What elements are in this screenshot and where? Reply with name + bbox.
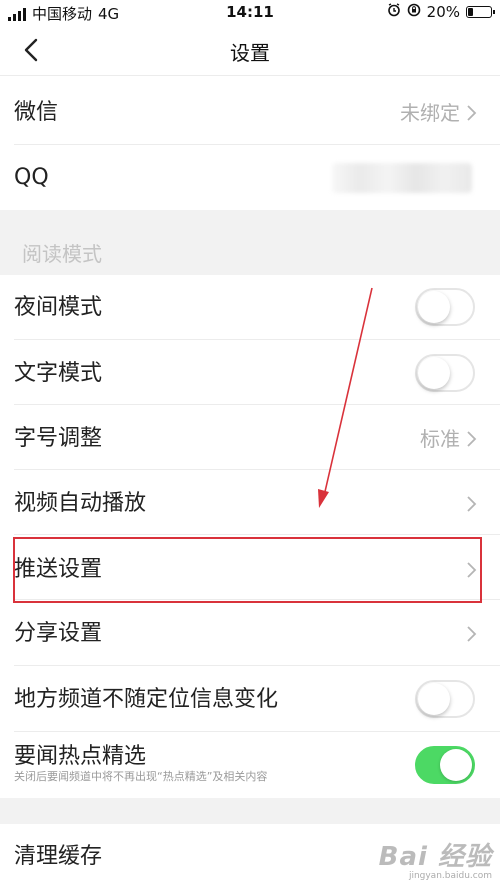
- section-divider: [0, 798, 500, 824]
- text-mode-toggle[interactable]: [415, 354, 475, 392]
- wechat-status: 未绑定: [400, 101, 460, 125]
- nav-bar: 设置: [0, 24, 500, 76]
- page-title: 设置: [230, 41, 270, 65]
- night-mode-label: 夜间模式: [14, 295, 103, 320]
- alarm-icon: [387, 3, 401, 21]
- wechat-row[interactable]: 微信 未绑定: [0, 80, 500, 145]
- hot-picks-description: 关闭后要闻频道中将不再出现“热点精选”及相关内容: [14, 770, 268, 783]
- hot-picks-label: 要闻热点精选: [14, 744, 147, 769]
- font-size-label: 字号调整: [14, 426, 103, 451]
- local-channel-label: 地方频道不随定位信息变化: [14, 687, 279, 712]
- qq-account-blurred: [332, 163, 472, 193]
- share-settings-row[interactable]: 分享设置: [0, 600, 500, 666]
- hot-picks-row: 要闻热点精选 关闭后要闻频道中将不再出现“热点精选”及相关内容: [0, 732, 500, 798]
- battery-icon: [466, 6, 495, 18]
- wechat-label: 微信: [14, 100, 59, 125]
- video-autoplay-label: 视频自动播放: [14, 491, 147, 516]
- qq-label: QQ: [14, 165, 49, 190]
- text-mode-row: 文字模式: [0, 340, 500, 405]
- clear-cache-label: 清理缓存: [14, 844, 103, 869]
- font-size-row[interactable]: 字号调整 标准: [0, 405, 500, 470]
- status-right: 20%: [387, 3, 495, 21]
- night-mode-row: 夜间模式: [0, 275, 500, 340]
- video-autoplay-row[interactable]: 视频自动播放: [0, 470, 500, 535]
- chevron-right-icon: [466, 625, 478, 643]
- local-channel-row: 地方频道不随定位信息变化: [0, 666, 500, 732]
- qq-row[interactable]: QQ: [0, 145, 500, 210]
- chevron-right-icon: [466, 495, 478, 513]
- section-title: 阅读模式: [22, 242, 102, 266]
- baidu-jingyan-watermark: Bai 经验 jingyan.baidu.com: [379, 836, 492, 881]
- battery-percent: 20%: [426, 3, 460, 21]
- share-settings-label: 分享设置: [14, 621, 103, 646]
- rotation-lock-icon: [407, 3, 421, 21]
- font-size-value: 标准: [420, 427, 460, 451]
- watermark-logo: Bai 经验: [378, 842, 492, 872]
- text-mode-label: 文字模式: [14, 361, 103, 386]
- status-bar: 中国移动 4G 14:11 20%: [0, 0, 500, 24]
- hot-picks-toggle[interactable]: [415, 746, 475, 784]
- highlight-box: [13, 537, 482, 603]
- night-mode-toggle[interactable]: [415, 288, 475, 326]
- chevron-right-icon: [466, 430, 478, 448]
- local-channel-toggle[interactable]: [415, 680, 475, 718]
- chevron-right-icon: [466, 104, 478, 122]
- section-reading: 阅读模式: [0, 210, 500, 275]
